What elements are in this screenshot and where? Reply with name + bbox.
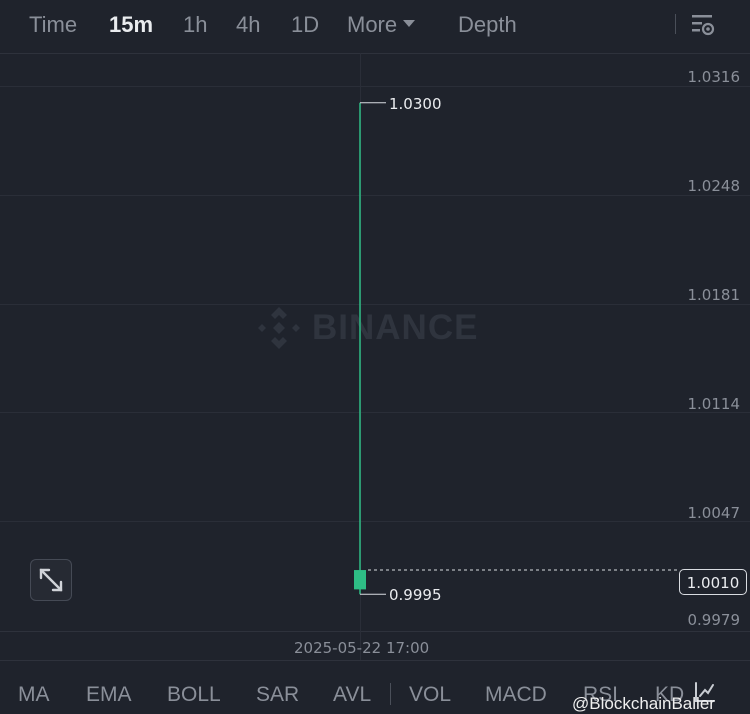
indicator-divider [390, 683, 391, 705]
indicator-sar[interactable]: SAR [256, 683, 299, 705]
current-price-badge: 1.0010 [679, 569, 747, 595]
price-axis-label: 1.0047 [687, 504, 741, 522]
indicator-ema[interactable]: EMA [86, 683, 132, 705]
candlestick-chart[interactable]: 1.0300 0.9995 [0, 0, 750, 660]
indicator-avl[interactable]: AVL [333, 683, 371, 705]
price-axis-label: 1.0248 [687, 177, 741, 195]
price-axis-label: 0.9979 [687, 611, 741, 629]
credit-text: @BlockchainBaller [572, 694, 715, 713]
fullscreen-button[interactable] [30, 559, 72, 601]
low-price-label: 0.9995 [389, 586, 442, 604]
time-axis-label: 2025-05-22 17:00 [294, 639, 430, 657]
price-axis-label: 1.0181 [687, 286, 741, 304]
credit-watermark: @BlockchainBaller [572, 694, 715, 714]
indicator-vol[interactable]: VOL [409, 683, 451, 705]
indicator-ma[interactable]: MA [18, 683, 50, 705]
high-price-label: 1.0300 [389, 95, 442, 113]
price-axis-label: 1.0316 [687, 68, 741, 86]
indicator-boll[interactable]: BOLL [167, 683, 221, 705]
candle-body [354, 570, 366, 590]
indicator-macd[interactable]: MACD [485, 683, 547, 705]
expand-icon [39, 568, 63, 592]
price-axis-label: 1.0114 [687, 395, 741, 413]
